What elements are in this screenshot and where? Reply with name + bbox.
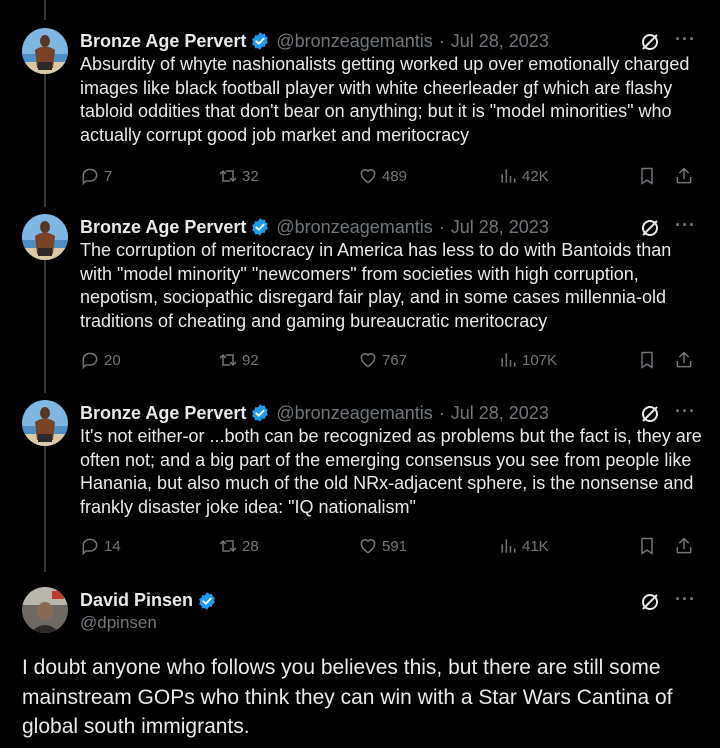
repost-button[interactable]: 92 — [218, 350, 259, 370]
separator-dot: · — [438, 216, 445, 237]
views-icon — [501, 539, 516, 553]
tweet-text: It's not either-or ...both can be recogn… — [80, 426, 702, 517]
more-icon[interactable]: ··· — [675, 588, 695, 614]
repost-button[interactable]: 32 — [218, 166, 259, 186]
author-handle[interactable]: @dpinsen — [80, 613, 157, 633]
like-count: 489 — [382, 167, 408, 185]
views-count: 41K — [522, 537, 549, 555]
more-icon[interactable]: ··· — [675, 400, 695, 426]
reply-button[interactable]: 14 — [80, 536, 121, 556]
like-count: 591 — [382, 537, 408, 555]
verified-badge-icon — [250, 403, 270, 423]
author-name[interactable]: Bronze Age Pervert — [80, 31, 246, 52]
action-bar: 14 28 591 41K — [0, 536, 720, 560]
reply-count: 20 — [104, 351, 121, 369]
reply-icon — [82, 538, 98, 556]
verified-badge-icon — [250, 217, 270, 237]
share-icon — [676, 167, 692, 184]
bookmark-button[interactable] — [637, 166, 661, 186]
main-author: David Pinsen — [80, 590, 223, 611]
avatar[interactable] — [22, 28, 68, 74]
bookmark-button[interactable] — [637, 350, 661, 370]
like-icon — [360, 353, 376, 368]
like-icon — [360, 169, 376, 184]
reply-icon — [82, 352, 98, 370]
share-button[interactable] — [674, 350, 698, 370]
author-name[interactable]: Bronze Age Pervert — [80, 403, 246, 424]
avatar[interactable] — [22, 587, 68, 633]
author-name[interactable]: Bronze Age Pervert — [80, 217, 246, 238]
more-icon[interactable]: ··· — [675, 214, 695, 240]
share-button[interactable] — [674, 166, 698, 186]
separator-dot: · — [438, 402, 445, 423]
like-button[interactable]: 591 — [358, 536, 407, 556]
views-button[interactable]: 42K — [498, 166, 549, 186]
like-count: 767 — [382, 351, 408, 369]
grok-icon[interactable] — [640, 218, 660, 238]
tweet-date[interactable]: Jul 28, 2023 — [451, 217, 549, 238]
verified-badge-icon — [197, 591, 217, 611]
tweet-date[interactable]: Jul 28, 2023 — [451, 403, 549, 424]
share-button[interactable] — [674, 536, 698, 556]
bookmark-icon — [641, 167, 653, 185]
action-bar: 7 32 489 42K — [0, 166, 720, 190]
repost-count: 32 — [242, 167, 259, 185]
thread-line — [44, 0, 46, 20]
author-handle[interactable]: @bronzeagemantis — [276, 217, 432, 238]
reply-count: 7 — [104, 167, 113, 185]
repost-button[interactable]: 28 — [218, 536, 259, 556]
repost-icon — [219, 540, 237, 552]
tweet-text: The corruption of meritocracy in America… — [80, 240, 672, 331]
verified-badge-icon — [250, 31, 270, 51]
repost-count: 92 — [242, 351, 259, 369]
views-button[interactable]: 41K — [498, 536, 549, 556]
avatar[interactable] — [22, 214, 68, 260]
share-icon — [676, 537, 692, 554]
avatar[interactable] — [22, 400, 68, 446]
tweet-text: I doubt anyone who follows you believes … — [22, 656, 673, 738]
repost-count: 28 — [242, 537, 259, 555]
grok-icon[interactable] — [640, 404, 660, 424]
author-name[interactable]: David Pinsen — [80, 590, 193, 611]
reply-button[interactable]: 7 — [80, 166, 112, 186]
tweet-header: Bronze Age Pervert @bronzeagemantis · Ju… — [80, 214, 549, 240]
repost-icon — [219, 170, 237, 182]
views-count: 107K — [522, 351, 558, 369]
tweet-date[interactable]: Jul 28, 2023 — [451, 31, 549, 52]
bookmark-button[interactable] — [637, 536, 661, 556]
like-button[interactable]: 767 — [358, 350, 407, 370]
reply-button[interactable]: 20 — [80, 350, 121, 370]
reply-icon — [82, 168, 98, 186]
reply-count: 14 — [104, 537, 121, 555]
tweet-header: Bronze Age Pervert @bronzeagemantis · Ju… — [80, 400, 549, 426]
views-icon — [501, 169, 516, 183]
author-handle[interactable]: @bronzeagemantis — [276, 403, 432, 424]
bookmark-icon — [641, 351, 653, 369]
views-button[interactable]: 107K — [498, 350, 557, 370]
action-bar: 20 92 767 107K — [0, 350, 720, 374]
views-count: 42K — [522, 167, 549, 185]
views-icon — [501, 353, 516, 367]
repost-icon — [219, 354, 237, 366]
tweet-header: Bronze Age Pervert @bronzeagemantis · Ju… — [80, 28, 549, 54]
bookmark-icon — [641, 537, 653, 555]
separator-dot: · — [438, 30, 445, 51]
grok-icon[interactable] — [640, 32, 660, 52]
grok-icon[interactable] — [640, 592, 660, 612]
tweet-text: Absurdity of whyte nashionalists getting… — [80, 54, 690, 145]
like-button[interactable]: 489 — [358, 166, 407, 186]
share-icon — [676, 351, 692, 368]
like-icon — [360, 539, 376, 554]
author-handle[interactable]: @bronzeagemantis — [276, 31, 432, 52]
more-icon[interactable]: ··· — [675, 28, 695, 54]
